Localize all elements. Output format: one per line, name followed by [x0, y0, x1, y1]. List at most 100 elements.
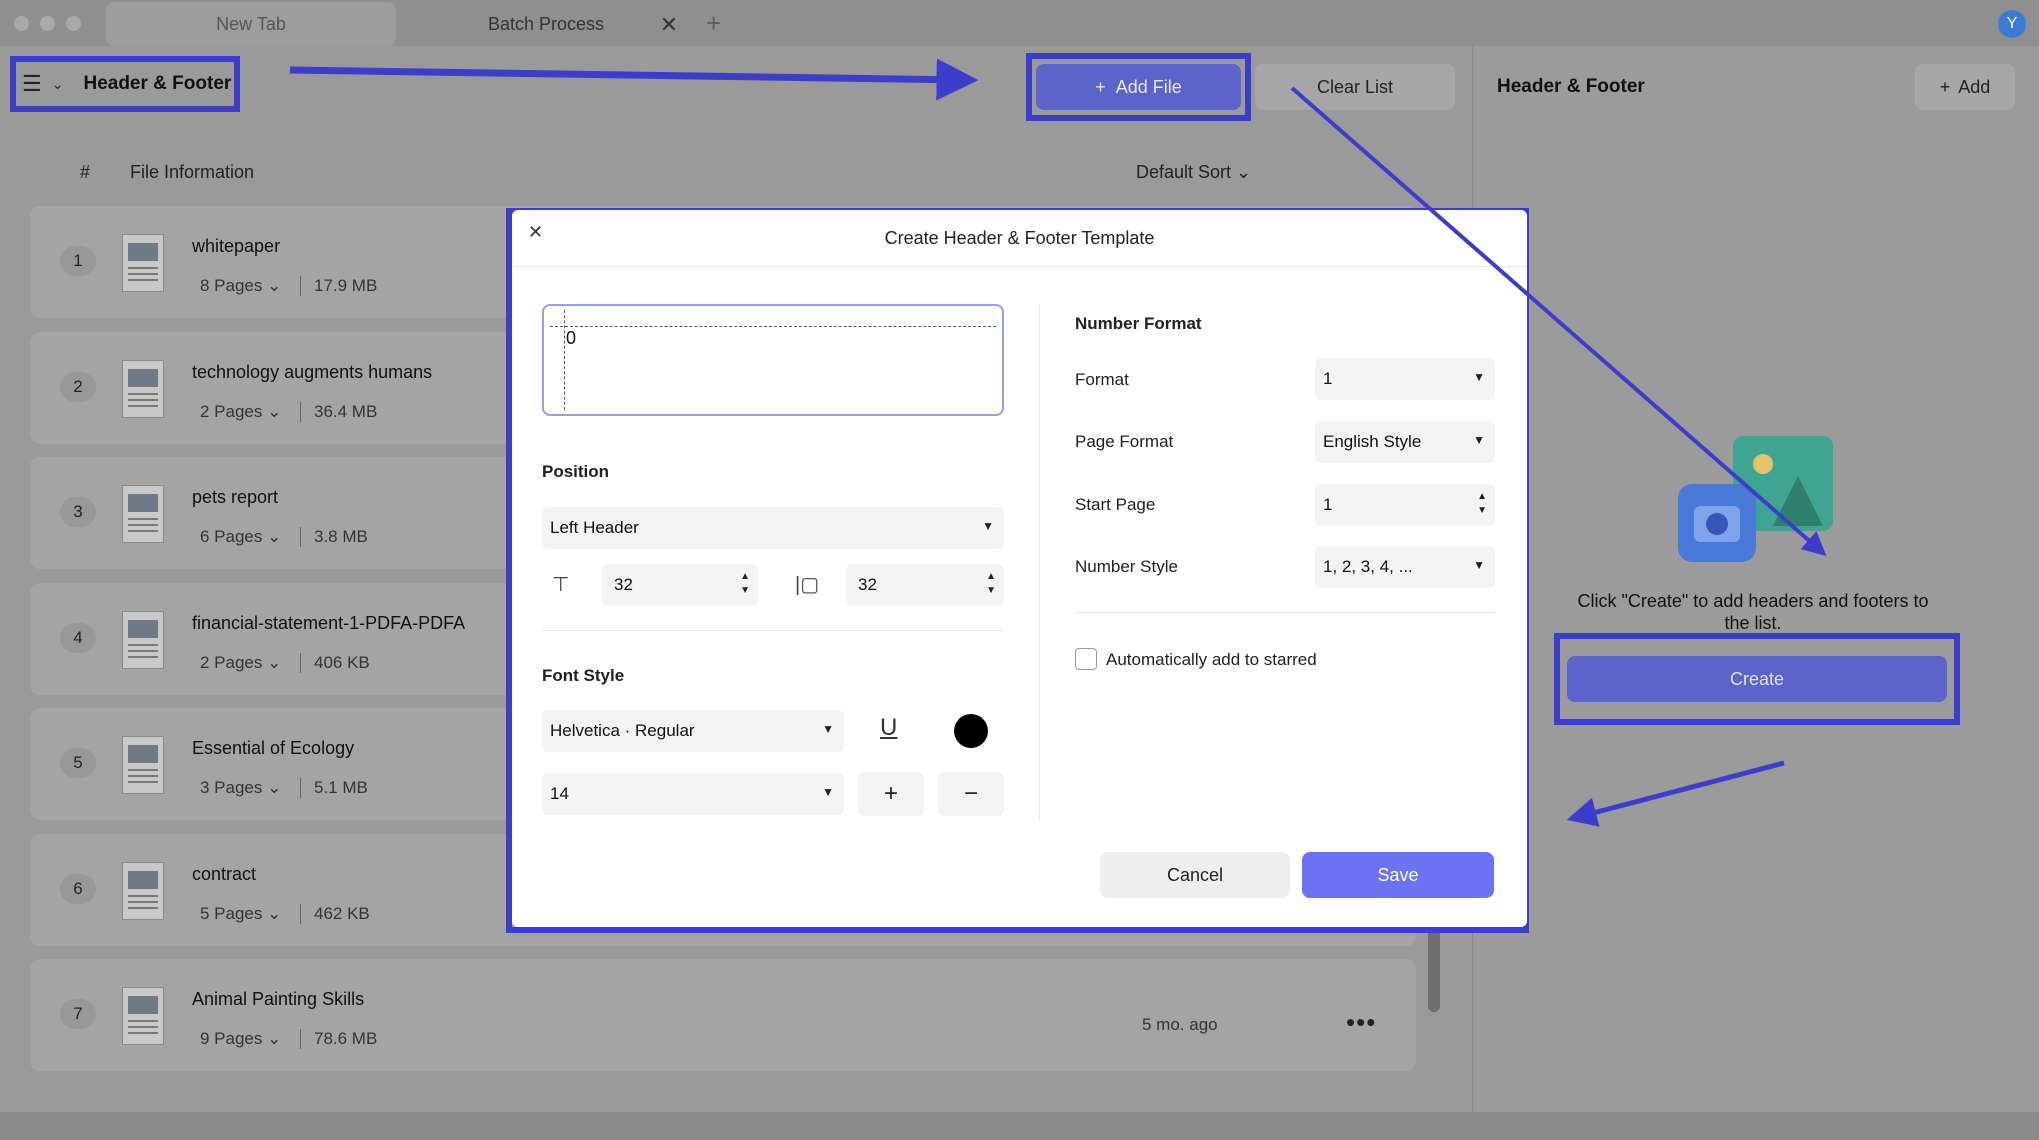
page-count-dropdown[interactable]: 5 Pages ⌄ — [200, 904, 281, 924]
right-panel: Header & Footer + Add Click "Create" to … — [1472, 46, 2039, 1140]
position-label: Position — [542, 462, 610, 481]
highlight-create — [1554, 633, 1960, 725]
number-style-label: Number Style — [1075, 557, 1178, 576]
auto-star-label: Automatically add to starred — [1106, 650, 1317, 669]
separator — [300, 276, 301, 296]
caret-down-icon: ▼ — [982, 519, 994, 533]
tab-batch-process[interactable]: Batch Process ✕ — [396, 2, 696, 46]
dialog-title: Create Header & Footer Template — [884, 228, 1155, 248]
format-select[interactable]: 1 ▼ — [1315, 358, 1495, 400]
row-number: 6 — [60, 873, 96, 904]
page-format-select[interactable]: English Style ▼ — [1315, 421, 1495, 463]
file-size: 5.1 MB — [314, 778, 368, 797]
format-value: 1 — [1323, 369, 1333, 388]
more-options-icon[interactable]: ••• — [1346, 1007, 1376, 1038]
top-margin-stepper[interactable]: 32 ▲ ▼ — [602, 564, 758, 606]
minimize-window-dot[interactable] — [40, 16, 55, 31]
file-name: whitepaper — [192, 236, 281, 256]
preview-guide-vertical — [564, 310, 565, 410]
tab-new-tab-label: New Tab — [216, 13, 286, 34]
file-name: Essential of Ecology — [192, 738, 355, 758]
file-size: 78.6 MB — [314, 1029, 378, 1048]
highlight-add-file — [1026, 53, 1251, 121]
file-thumbnail — [122, 485, 164, 543]
file-size: 462 KB — [314, 903, 370, 923]
empty-state-illustration — [1678, 436, 1833, 562]
font-style-label: Font Style — [542, 666, 625, 685]
row-number: 2 — [60, 371, 96, 402]
page-count-dropdown[interactable]: 8 Pages ⌄ — [200, 276, 281, 296]
tab-batch-label: Batch Process — [487, 13, 605, 34]
save-button[interactable]: Save — [1302, 852, 1494, 898]
stepper-arrows-icon[interactable]: ▲ ▼ — [740, 570, 750, 598]
modified-time: 5 mo. ago — [1142, 1015, 1218, 1034]
separator — [300, 778, 301, 798]
divider — [542, 630, 1004, 631]
separator — [300, 1029, 301, 1049]
underline-icon[interactable]: U — [880, 714, 897, 742]
row-number: 4 — [60, 622, 96, 653]
file-thumbnail — [122, 359, 164, 418]
position-value: Left Header — [550, 518, 639, 537]
font-size-select[interactable]: 14 ▼ — [542, 773, 844, 815]
caret-down-icon: ▼ — [1473, 558, 1485, 572]
page-format-value: English Style — [1323, 432, 1422, 451]
side-margin-stepper[interactable]: 32 ▲ ▼ — [846, 564, 1004, 606]
tab-bar: New Tab Batch Process ✕ + Y — [0, 0, 2039, 46]
page-count-dropdown[interactable]: 9 Pages ⌄ — [200, 1029, 281, 1049]
plus-icon: + — [1939, 76, 1951, 97]
auto-star-checkbox[interactable] — [1075, 648, 1097, 670]
add-template-label: Add — [1958, 76, 1991, 97]
stepper-arrows-icon[interactable]: ▲ ▼ — [986, 570, 996, 598]
font-color-swatch[interactable] — [954, 714, 988, 748]
start-page-value: 1 — [1323, 495, 1333, 514]
top-margin-value: 32 — [614, 575, 633, 594]
side-margin-value: 32 — [858, 575, 877, 594]
add-template-button[interactable]: + Add — [1915, 64, 2015, 110]
font-family-value: Helvetica · Regular — [550, 721, 695, 740]
file-thumbnail — [122, 736, 164, 794]
increase-size-button[interactable]: + — [858, 772, 924, 816]
scrollbar[interactable] — [1428, 926, 1440, 1012]
file-name: Animal Painting Skills — [192, 989, 365, 1009]
highlight-tool-title — [10, 56, 240, 112]
caret-down-icon: ▼ — [822, 785, 834, 799]
divider — [512, 266, 1527, 267]
tab-new-tab[interactable]: New Tab — [106, 2, 396, 46]
number-style-value: 1, 2, 3, 4, ... — [1323, 557, 1413, 576]
avatar[interactable]: Y — [1998, 10, 2026, 38]
page-count-dropdown[interactable]: 2 Pages ⌄ — [200, 402, 281, 422]
maximize-window-dot[interactable] — [66, 16, 81, 31]
number-style-select[interactable]: 1, 2, 3, 4, ... ▼ — [1315, 546, 1495, 588]
separator — [300, 527, 301, 547]
row-number: 3 — [60, 497, 96, 527]
clear-list-button[interactable]: Clear List — [1255, 64, 1455, 110]
file-row[interactable]: 7 Animal Painting Skills 9 Pages ⌄ 78.6 MB 5… — [30, 959, 1416, 1071]
header-preview: 0 — [542, 304, 1004, 416]
close-icon[interactable]: ✕ — [660, 12, 678, 38]
add-tab-icon[interactable]: + — [706, 8, 721, 39]
sort-dropdown[interactable]: Default Sort ⌄ — [1136, 162, 1251, 183]
position-select[interactable]: Left Header ▼ — [542, 507, 1004, 549]
file-size: 17.9 MB — [314, 276, 378, 295]
divider — [1075, 612, 1495, 613]
cancel-button[interactable]: Cancel — [1100, 852, 1290, 898]
separator — [300, 401, 301, 422]
file-name: financial-statement-1-PDFA-PDFA — [192, 612, 466, 633]
file-size: 36.4 MB — [314, 401, 378, 421]
page-count-dropdown[interactable]: 6 Pages ⌄ — [200, 527, 281, 547]
decrease-size-button[interactable]: − — [938, 772, 1004, 816]
page-format-label: Page Format — [1075, 432, 1174, 451]
start-page-label: Start Page — [1075, 495, 1156, 514]
font-family-select[interactable]: Helvetica · Regular ▼ — [542, 710, 844, 752]
preview-guide-horizontal — [550, 326, 996, 327]
page-count-dropdown[interactable]: 2 Pages ⌄ — [200, 653, 281, 673]
file-thumbnail — [122, 610, 164, 669]
page-count-dropdown[interactable]: 3 Pages ⌄ — [200, 778, 281, 798]
create-template-dialog: ✕ Create Header & Footer Template 0 Posi… — [512, 210, 1527, 927]
stepper-arrows-icon[interactable]: ▲ ▼ — [1477, 490, 1487, 518]
start-page-stepper[interactable]: 1 ▲ ▼ — [1315, 484, 1495, 526]
separator — [300, 652, 301, 673]
font-size-value: 14 — [550, 784, 569, 803]
close-window-dot[interactable] — [14, 16, 29, 31]
